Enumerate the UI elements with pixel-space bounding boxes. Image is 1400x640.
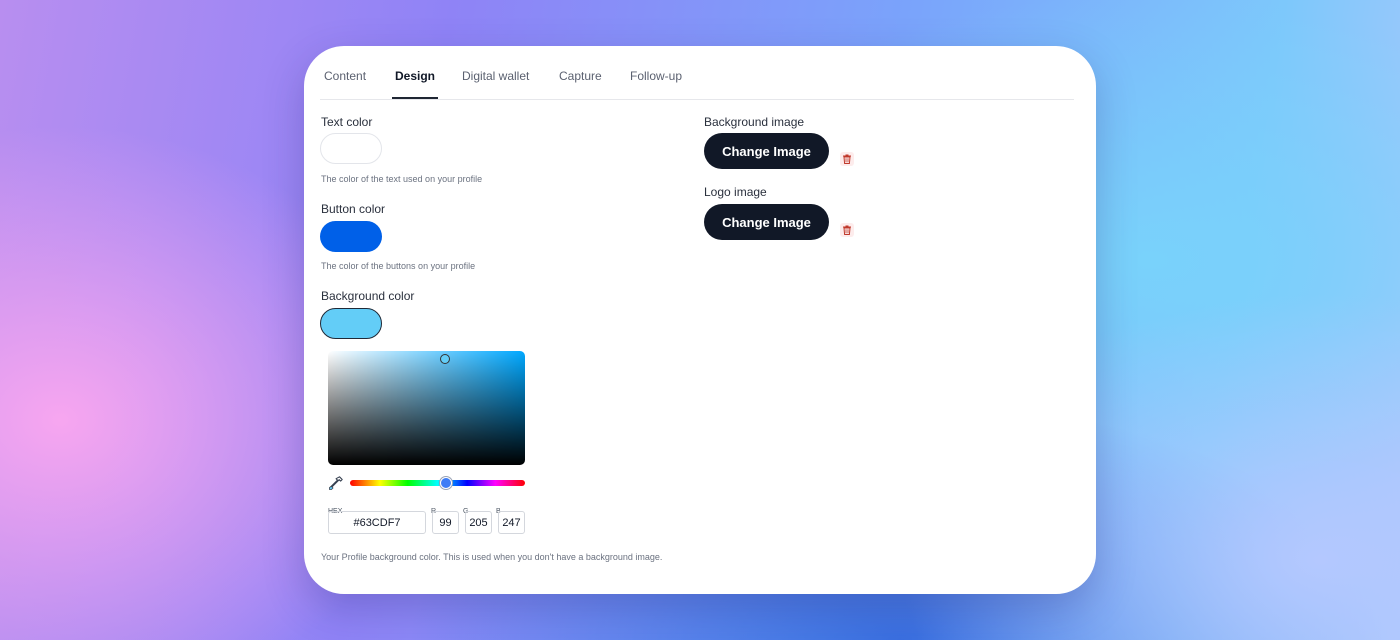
tab-bar: Content Design Digital wallet Capture Fo… bbox=[320, 46, 1074, 100]
change-logo-image-button[interactable]: Change Image bbox=[704, 204, 829, 240]
tab-content[interactable]: Content bbox=[324, 69, 366, 99]
saturation-brightness-area[interactable] bbox=[328, 351, 525, 465]
hue-handle[interactable] bbox=[440, 477, 452, 489]
tab-design[interactable]: Design bbox=[392, 69, 439, 99]
hue-slider[interactable] bbox=[350, 477, 525, 489]
tab-follow-up[interactable]: Follow-up bbox=[630, 69, 682, 99]
change-background-image-button[interactable]: Change Image bbox=[704, 133, 829, 169]
background-color-swatch[interactable] bbox=[320, 308, 382, 339]
b-input[interactable]: 247 bbox=[498, 511, 525, 534]
trash-icon[interactable] bbox=[840, 152, 854, 166]
design-settings-card: Content Design Digital wallet Capture Fo… bbox=[304, 46, 1096, 594]
g-input[interactable]: 205 bbox=[465, 511, 492, 534]
button-color-help: The color of the buttons on your profile bbox=[321, 261, 476, 271]
hex-input[interactable]: #63CDF7 bbox=[328, 511, 426, 534]
background-color-help: Your Profile background color. This is u… bbox=[321, 552, 663, 562]
tab-capture[interactable]: Capture bbox=[559, 69, 602, 99]
button-color-swatch[interactable] bbox=[320, 221, 382, 252]
text-color-swatch[interactable] bbox=[320, 133, 382, 164]
trash-icon[interactable] bbox=[840, 223, 854, 237]
background-image-label: Background image bbox=[704, 115, 805, 129]
text-color-label: Text color bbox=[321, 115, 373, 129]
logo-image-label: Logo image bbox=[704, 185, 767, 199]
tab-digital-wallet[interactable]: Digital wallet bbox=[462, 69, 529, 99]
background-color-label: Background color bbox=[321, 289, 415, 303]
r-input[interactable]: 99 bbox=[432, 511, 459, 534]
button-color-label: Button color bbox=[321, 202, 386, 216]
saturation-handle[interactable] bbox=[440, 354, 450, 364]
eyedropper-icon[interactable] bbox=[328, 475, 344, 491]
text-color-help: The color of the text used on your profi… bbox=[321, 174, 483, 184]
